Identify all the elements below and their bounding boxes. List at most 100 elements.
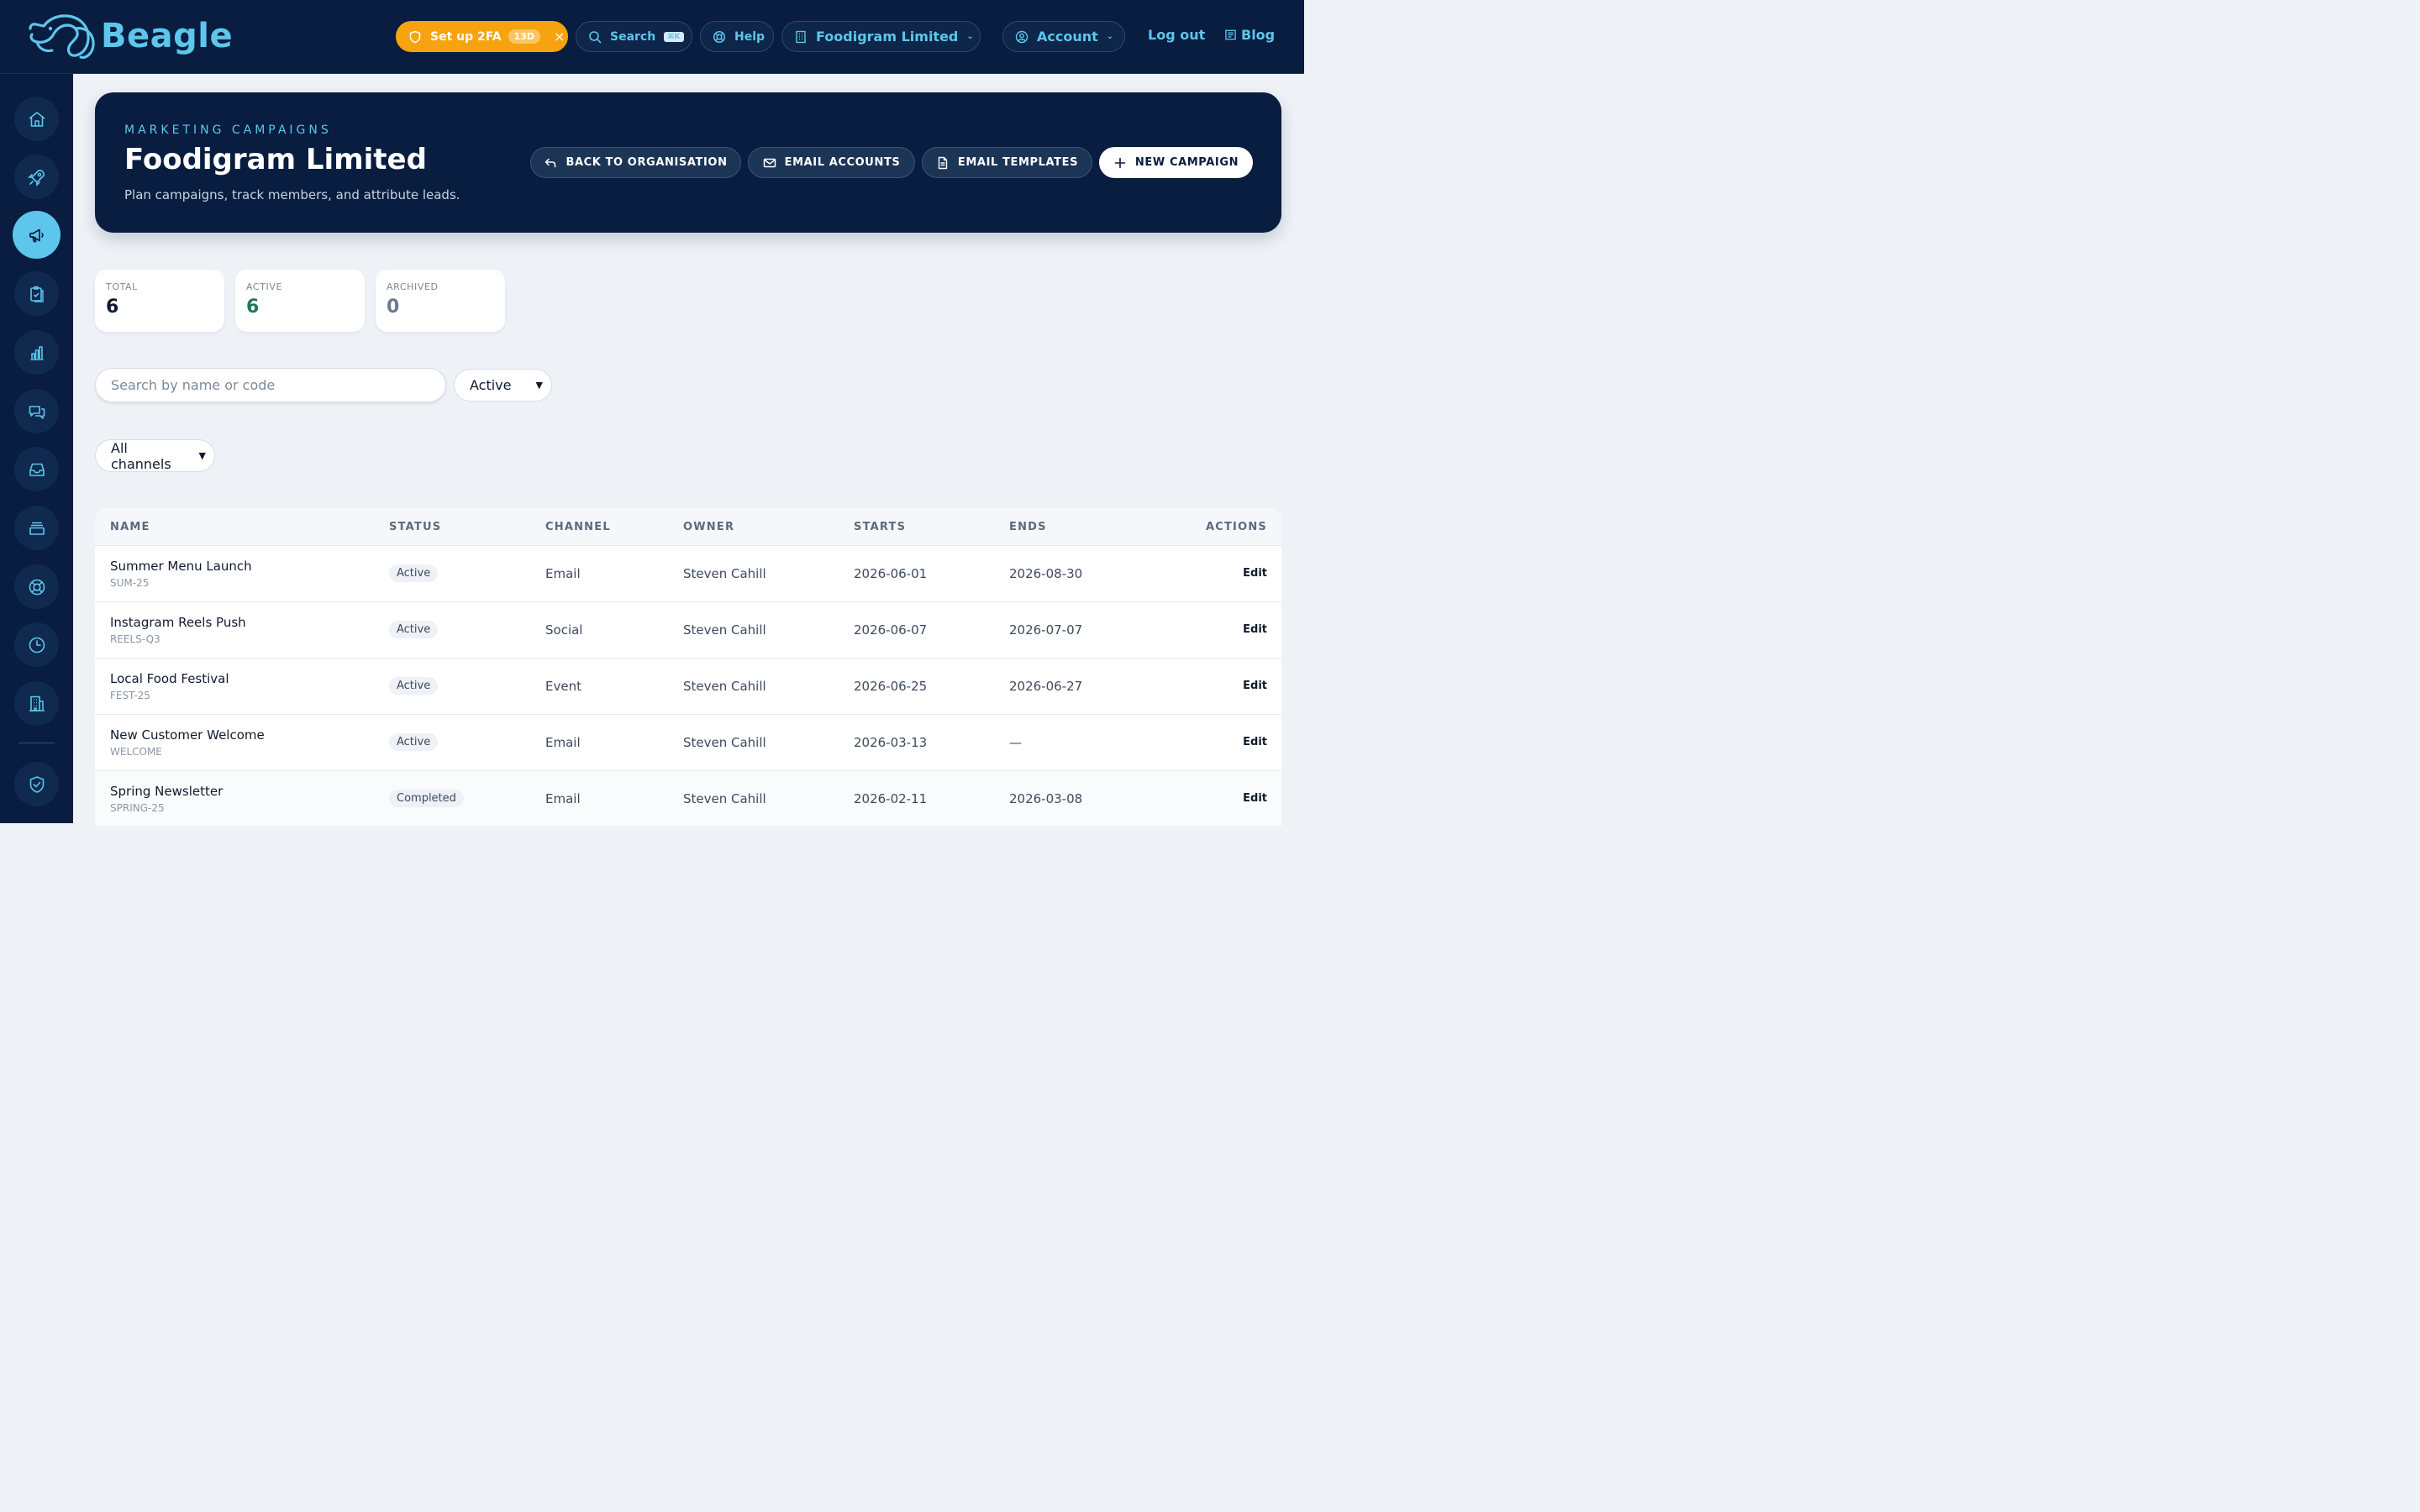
sidebar-item-campaigns[interactable] bbox=[13, 211, 60, 259]
beagle-dog-icon bbox=[29, 14, 95, 59]
channel-filter-value: All channels bbox=[111, 439, 171, 472]
campaign-channel: Social bbox=[545, 622, 583, 638]
table-row[interactable]: Instagram Reels Push REELS-Q3 Active Soc… bbox=[95, 602, 1281, 659]
blog-label: Blog bbox=[1241, 27, 1276, 43]
campaign-code: SUM-25 bbox=[110, 577, 150, 589]
campaign-channel: Email bbox=[545, 735, 581, 750]
campaign-name[interactable]: Summer Menu Launch bbox=[110, 559, 252, 574]
table-row[interactable]: Summer Menu Launch SUM-25 Active Email S… bbox=[95, 546, 1281, 602]
rocket-icon bbox=[27, 169, 45, 186]
sidebar-item-home[interactable] bbox=[14, 97, 59, 141]
campaign-code: REELS-Q3 bbox=[110, 633, 160, 645]
status-badge: Active bbox=[389, 677, 439, 695]
campaign-end-date: 2026-06-27 bbox=[1009, 679, 1083, 694]
section-eyebrow: MARKETING CAMPAIGNS bbox=[124, 123, 332, 137]
edit-campaign-link[interactable]: Edit bbox=[1243, 792, 1267, 805]
column-header-status[interactable]: STATUS bbox=[389, 521, 441, 533]
campaign-end-date: 2026-08-30 bbox=[1009, 566, 1083, 581]
table-row[interactable]: New Customer Welcome WELCOME Active Emai… bbox=[95, 715, 1281, 771]
bar-chart-icon bbox=[30, 345, 43, 360]
sidebar-item-security[interactable] bbox=[14, 762, 59, 806]
search-button[interactable]: Search ⌘K bbox=[576, 21, 692, 52]
email-templates-button[interactable]: EMAIL TEMPLATES bbox=[922, 147, 1092, 178]
campaign-owner: Steven Cahill bbox=[683, 622, 766, 638]
sidebar-item-launch[interactable] bbox=[14, 155, 59, 199]
chevron-down-icon: ▼ bbox=[198, 450, 206, 461]
email-accounts-label: EMAIL ACCOUNTS bbox=[784, 156, 901, 169]
campaign-name[interactable]: New Customer Welcome bbox=[110, 727, 265, 743]
account-menu[interactable]: Account ⌄ bbox=[1002, 21, 1125, 52]
status-badge: Active bbox=[389, 621, 439, 638]
status-badge: Active bbox=[389, 564, 439, 582]
page-subtitle: Plan campaigns, track members, and attri… bbox=[124, 187, 460, 202]
account-label: Account bbox=[1037, 29, 1098, 45]
return-arrow-icon bbox=[545, 158, 556, 167]
chevron-down-icon: ⌄ bbox=[966, 32, 974, 41]
logout-link[interactable]: Log out bbox=[1148, 27, 1205, 43]
stat-card-total: TOTAL 6 bbox=[95, 270, 224, 332]
edit-campaign-link[interactable]: Edit bbox=[1243, 680, 1267, 692]
campaign-code: WELCOME bbox=[110, 746, 162, 758]
stat-total-label: TOTAL bbox=[106, 281, 138, 292]
sidebar-item-conversations[interactable] bbox=[14, 389, 59, 433]
edit-campaign-link[interactable]: Edit bbox=[1243, 736, 1267, 748]
campaign-start-date: 2026-06-01 bbox=[854, 566, 928, 581]
campaign-owner: Steven Cahill bbox=[683, 791, 766, 806]
chat-bubbles-icon bbox=[29, 405, 45, 419]
email-accounts-button[interactable]: EMAIL ACCOUNTS bbox=[748, 147, 915, 178]
campaign-name[interactable]: Spring Newsletter bbox=[110, 784, 223, 799]
campaign-start-date: 2026-03-13 bbox=[854, 735, 928, 750]
megaphone-icon bbox=[29, 228, 44, 242]
column-header-name[interactable]: NAME bbox=[110, 521, 150, 533]
sidebar-item-support[interactable] bbox=[14, 564, 59, 609]
stat-card-active: ACTIVE 6 bbox=[235, 270, 365, 332]
back-to-organisation-button[interactable]: BACK TO ORGANISATION bbox=[530, 147, 741, 178]
beagle-logo[interactable]: Beagle bbox=[27, 12, 233, 60]
column-header-starts[interactable]: STARTS bbox=[854, 521, 906, 533]
campaign-end-date: 2026-07-07 bbox=[1009, 622, 1083, 638]
channel-filter-select[interactable]: All channels ▼ bbox=[95, 439, 215, 472]
campaign-start-date: 2026-06-07 bbox=[854, 622, 928, 638]
sidebar-item-archive[interactable] bbox=[14, 506, 59, 550]
stat-total-value: 6 bbox=[106, 297, 119, 318]
blog-link[interactable]: Blog bbox=[1224, 27, 1275, 43]
campaign-owner: Steven Cahill bbox=[683, 735, 766, 750]
table-row[interactable]: Spring Newsletter SPRING-25 Completed Em… bbox=[95, 771, 1281, 827]
sidebar-item-tasks[interactable] bbox=[14, 271, 59, 316]
dismiss-2fa-icon[interactable]: × bbox=[554, 29, 565, 45]
setup-2fa-button[interactable]: Set up 2FA 13D × bbox=[396, 21, 568, 52]
sidebar bbox=[0, 74, 73, 823]
sidebar-item-organisations[interactable] bbox=[14, 681, 59, 726]
column-header-channel[interactable]: CHANNEL bbox=[545, 521, 611, 533]
search-input[interactable] bbox=[95, 368, 446, 402]
envelope-icon bbox=[763, 158, 776, 167]
help-button[interactable]: Help bbox=[700, 21, 774, 52]
column-header-owner[interactable]: OWNER bbox=[683, 521, 734, 533]
status-badge: Completed bbox=[389, 790, 464, 807]
stat-archived-value: 0 bbox=[387, 297, 400, 318]
building-icon bbox=[796, 30, 806, 43]
plus-icon bbox=[1114, 157, 1126, 168]
organisation-switcher[interactable]: Foodigram Limited ⌄ bbox=[781, 21, 981, 52]
shield-icon bbox=[409, 30, 421, 43]
archive-box-icon bbox=[29, 522, 45, 535]
sidebar-item-history[interactable] bbox=[14, 622, 59, 667]
help-label: Help bbox=[734, 29, 765, 44]
campaign-start-date: 2026-06-25 bbox=[854, 679, 928, 694]
sidebar-item-inbox[interactable] bbox=[14, 447, 59, 491]
column-header-ends[interactable]: ENDS bbox=[1009, 521, 1047, 533]
stat-active-label: ACTIVE bbox=[246, 281, 283, 292]
new-campaign-button[interactable]: NEW CAMPAIGN bbox=[1099, 147, 1253, 178]
table-row[interactable]: Local Food Festival FEST-25 Active Event… bbox=[95, 659, 1281, 715]
campaign-name[interactable]: Local Food Festival bbox=[110, 671, 229, 686]
sidebar-item-reports[interactable] bbox=[14, 330, 59, 375]
lifebuoy-icon bbox=[713, 30, 726, 43]
edit-campaign-link[interactable]: Edit bbox=[1243, 623, 1267, 636]
campaign-name[interactable]: Instagram Reels Push bbox=[110, 615, 246, 630]
campaign-channel: Email bbox=[545, 791, 581, 806]
campaigns-hero: MARKETING CAMPAIGNS Foodigram Limited Pl… bbox=[95, 92, 1281, 233]
status-filter-select[interactable]: Active ▼ bbox=[454, 369, 552, 402]
inbox-icon bbox=[29, 463, 45, 476]
search-icon bbox=[589, 30, 602, 43]
edit-campaign-link[interactable]: Edit bbox=[1243, 567, 1267, 580]
